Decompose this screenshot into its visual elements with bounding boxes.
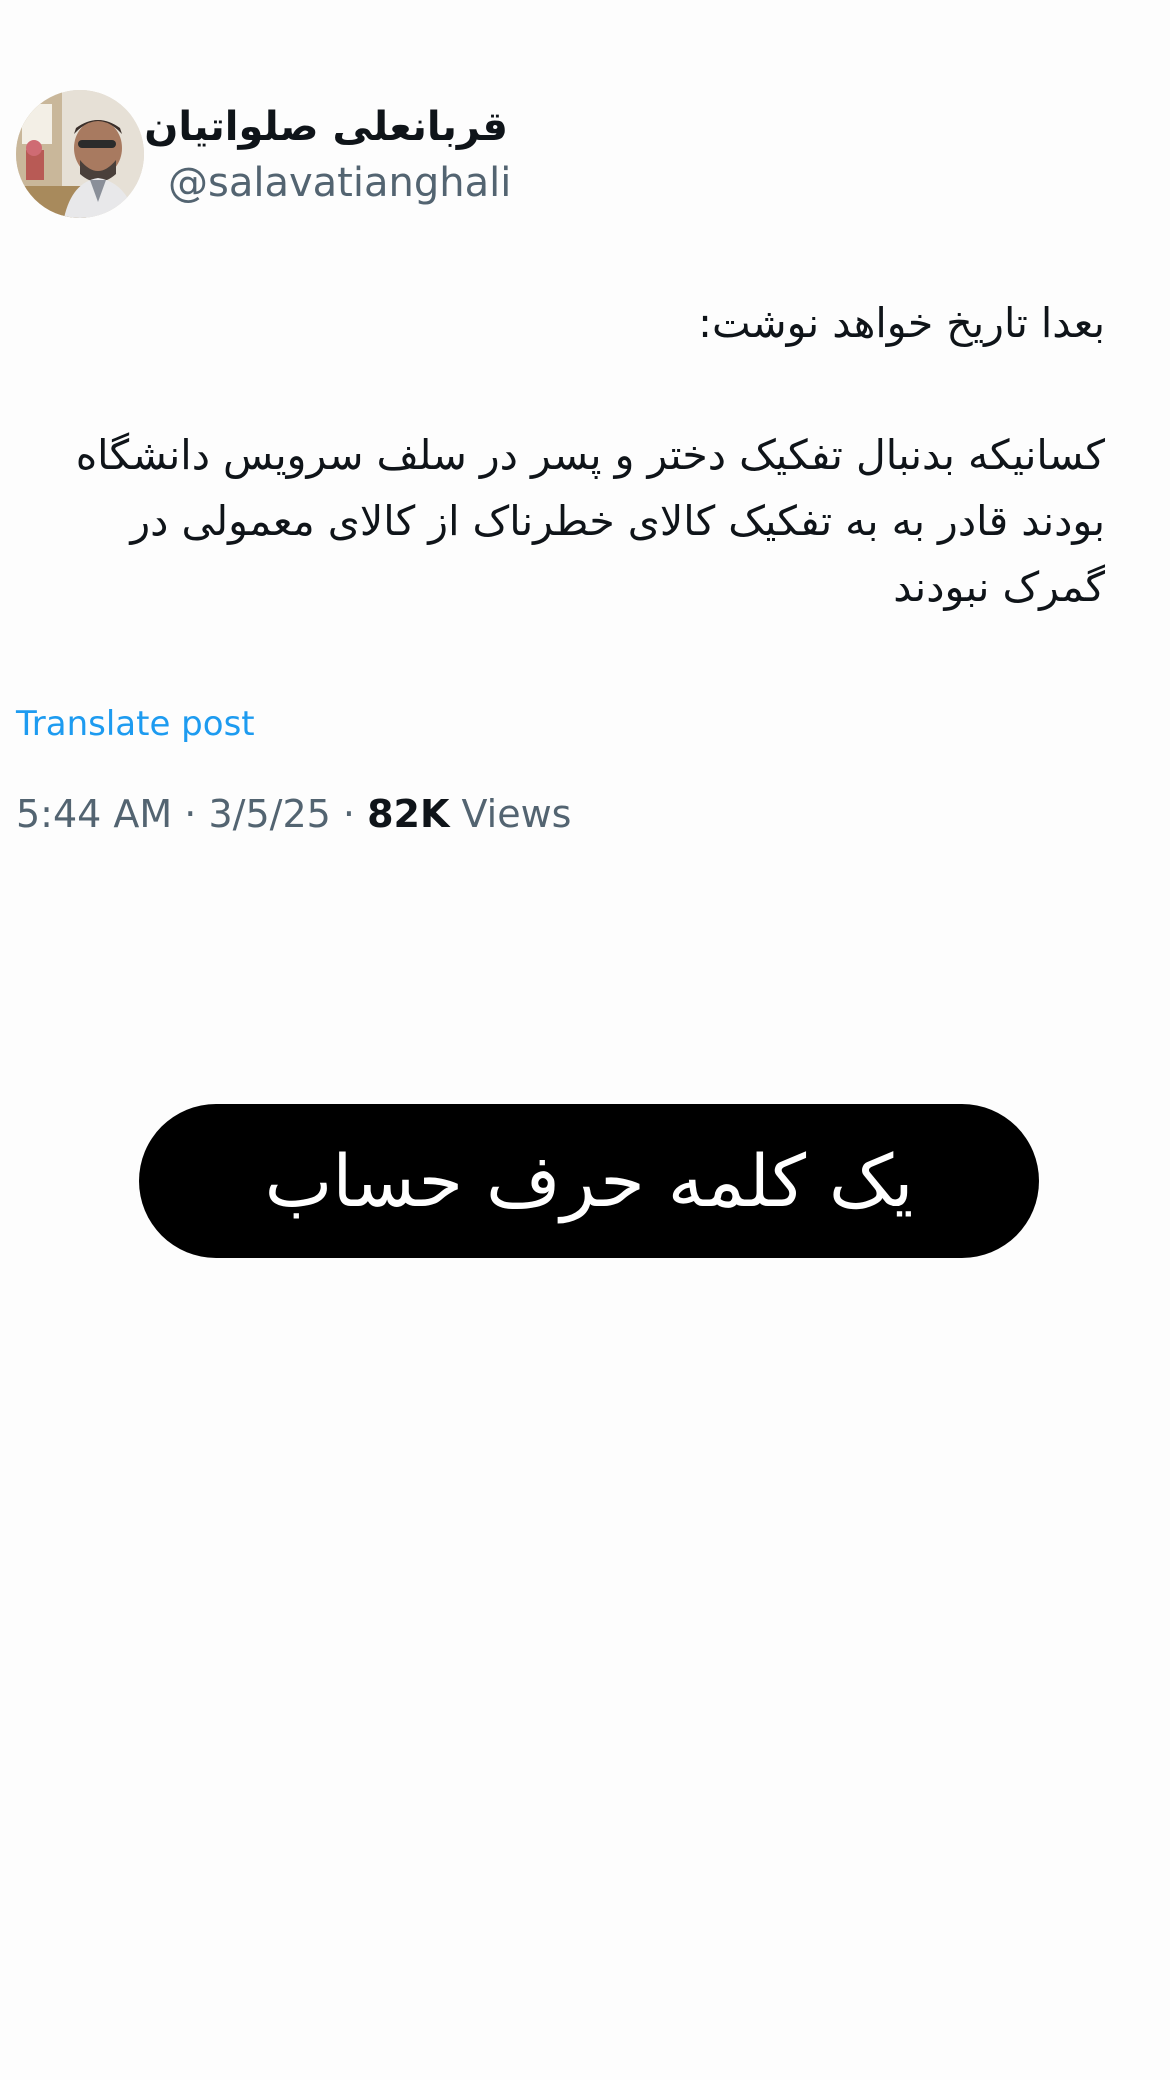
author-handle[interactable]: @salavatianghali: [168, 158, 511, 208]
post-date[interactable]: 3/5/25: [208, 792, 330, 836]
post-text-body: کسانیکه بدنبال تفکیک دختر و پسر در سلف س…: [75, 431, 1105, 611]
post-text: بعدا تاریخ خواهد نوشت: کسانیکه بدنبال تف…: [60, 290, 1105, 620]
profile-photo-icon: [16, 90, 144, 218]
post-text-line-1: بعدا تاریخ خواهد نوشت:: [698, 299, 1105, 347]
caption-banner-text: یک کلمه حرف حساب: [264, 1139, 914, 1223]
translate-post-link[interactable]: Translate post: [16, 700, 255, 748]
author-avatar[interactable]: [16, 90, 144, 218]
post-metadata: 5:44 AM · 3/5/25 · 82K Views: [16, 788, 571, 840]
tweet-card: قربانعلی صلواتیان @salavatianghali بعدا …: [0, 0, 1170, 860]
post-time[interactable]: 5:44 AM: [16, 792, 172, 836]
meta-separator: ·: [342, 792, 355, 836]
meta-separator: ·: [184, 792, 197, 836]
caption-banner: یک کلمه حرف حساب: [139, 1104, 1039, 1258]
views-count[interactable]: 82K: [367, 792, 449, 836]
author-display-name[interactable]: قربانعلی صلواتیان: [144, 100, 508, 154]
views-label[interactable]: Views: [462, 792, 572, 836]
